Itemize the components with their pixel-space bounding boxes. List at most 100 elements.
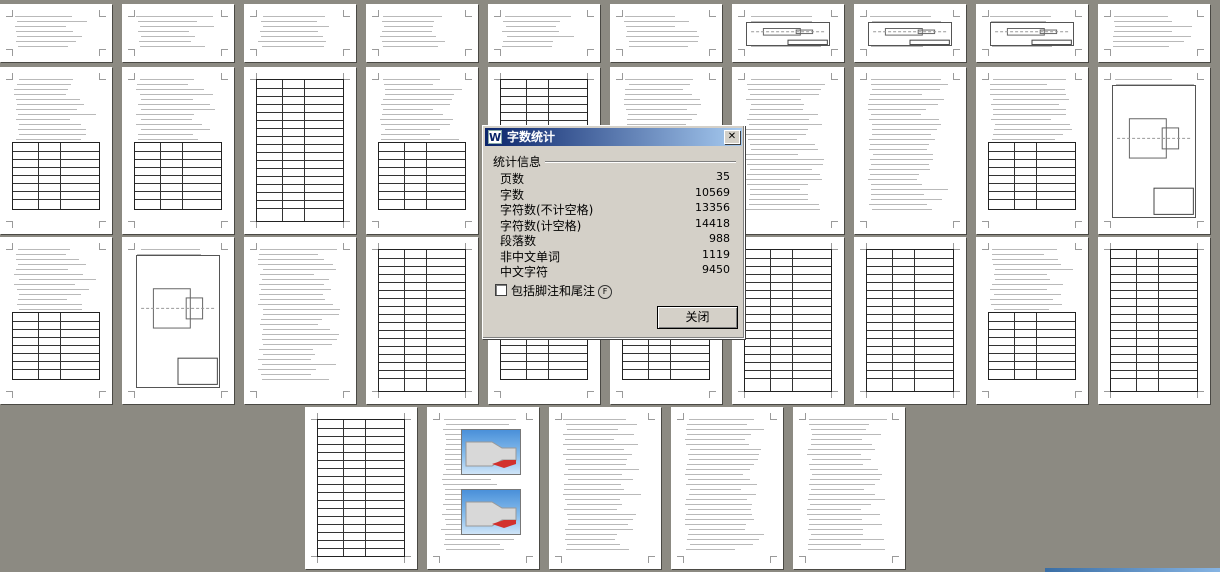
text-line: [685, 474, 743, 475]
text-line: [14, 284, 75, 285]
text-line: [990, 89, 1065, 90]
page-thumbnail[interactable]: [976, 67, 1088, 234]
page-thumbnail[interactable]: [1098, 237, 1210, 404]
text-line: [385, 94, 454, 95]
text-line: [868, 179, 917, 180]
crop-mark: [343, 10, 350, 17]
crop-mark: [953, 391, 960, 398]
text-line: [263, 16, 325, 17]
dialog-titlebar[interactable]: W 字数统计 ✕: [485, 128, 742, 146]
text-line: [809, 539, 884, 540]
text-line: [991, 119, 1051, 120]
close-button[interactable]: 关闭: [657, 306, 738, 329]
page-thumbnail[interactable]: [244, 237, 356, 404]
page-thumbnail[interactable]: [305, 407, 417, 569]
page-thumbnail[interactable]: [0, 4, 112, 62]
crop-mark: [587, 49, 594, 56]
page-thumbnail[interactable]: [732, 237, 844, 404]
page-thumbnail[interactable]: [122, 67, 234, 234]
text-line: [748, 139, 797, 140]
stat-label: 字符数(不计空格): [500, 203, 594, 217]
crop-mark: [860, 49, 867, 56]
page-thumbnail[interactable]: [976, 237, 1088, 404]
text-line: [871, 164, 929, 165]
page-thumbnail[interactable]: [732, 4, 844, 62]
text-line: [808, 499, 885, 500]
text-line: [872, 209, 932, 210]
page-thumbnail[interactable]: [488, 4, 600, 62]
text-line: [873, 154, 933, 155]
page-thumbnail[interactable]: [366, 67, 478, 234]
close-icon[interactable]: ✕: [724, 130, 740, 144]
text-line: [690, 544, 753, 545]
text-line: [872, 134, 931, 135]
text-line: [992, 259, 1058, 260]
include-footnotes-label[interactable]: 包括脚注和尾注 F: [511, 282, 613, 299]
crop-mark: [250, 243, 257, 250]
text-line: [686, 469, 750, 470]
crop-mark: [677, 556, 684, 563]
page-thumbnail[interactable]: [610, 4, 722, 62]
crop-mark: [494, 10, 501, 17]
text-line: [136, 89, 204, 90]
text-line: [690, 489, 741, 490]
page-thumbnail[interactable]: [122, 4, 234, 62]
crop-mark: [250, 49, 257, 56]
crop-mark: [1197, 10, 1204, 17]
page-thumbnail[interactable]: [1098, 4, 1210, 62]
text-line: [141, 99, 193, 100]
text-line: [869, 149, 927, 150]
page-thumbnail[interactable]: [122, 237, 234, 404]
page-thumbnail[interactable]: [671, 407, 783, 569]
stat-value: 988: [709, 232, 730, 245]
crop-mark: [433, 556, 440, 563]
text-line: [261, 374, 311, 375]
stat-value: 13356: [695, 201, 730, 214]
text-line: [625, 89, 683, 90]
text-line: [746, 159, 824, 160]
page-thumbnail[interactable]: [366, 237, 478, 404]
text-line: [807, 509, 861, 510]
text-line: [750, 94, 819, 95]
page-thumbnail[interactable]: [854, 67, 966, 234]
text-line: [382, 114, 443, 115]
page-thumbnail[interactable]: [793, 407, 905, 569]
text-line: [747, 164, 823, 165]
page-thumbnail[interactable]: [0, 237, 112, 404]
text-line: [506, 26, 556, 27]
text-line: [140, 79, 194, 80]
text-line: [871, 194, 924, 195]
text-line: [262, 364, 336, 365]
crop-mark: [1075, 10, 1082, 17]
page-thumbnail[interactable]: [854, 237, 966, 404]
stat-label: 非中文单词: [500, 249, 561, 264]
text-line: [259, 349, 313, 350]
page-thumbnail[interactable]: [1098, 67, 1210, 234]
page-thumbnail[interactable]: [427, 407, 539, 569]
page-thumbnail[interactable]: [549, 407, 661, 569]
text-line: [19, 134, 86, 135]
text-line: [993, 264, 1061, 265]
page-thumbnail[interactable]: [854, 4, 966, 62]
page-thumbnail[interactable]: [976, 4, 1088, 62]
crop-mark: [1075, 221, 1082, 228]
include-footnotes-checkbox[interactable]: [495, 284, 507, 296]
text-line: [811, 534, 863, 535]
text-line: [258, 264, 333, 265]
crop-mark: [831, 49, 838, 56]
text-line: [383, 79, 440, 80]
page-thumbnail[interactable]: [732, 67, 844, 234]
text-line: [260, 324, 318, 325]
page-thumbnail[interactable]: [244, 4, 356, 62]
text-line: [1114, 16, 1168, 17]
text-line: [141, 249, 200, 250]
technical-drawing: [990, 22, 1074, 46]
crop-mark: [892, 556, 899, 563]
page-thumbnail[interactable]: [366, 4, 478, 62]
page-thumbnail[interactable]: [0, 67, 112, 234]
crop-mark: [1104, 391, 1111, 398]
crop-mark: [555, 556, 562, 563]
text-line: [993, 134, 1063, 135]
text-line: [1115, 79, 1172, 80]
page-thumbnail[interactable]: [244, 67, 356, 234]
